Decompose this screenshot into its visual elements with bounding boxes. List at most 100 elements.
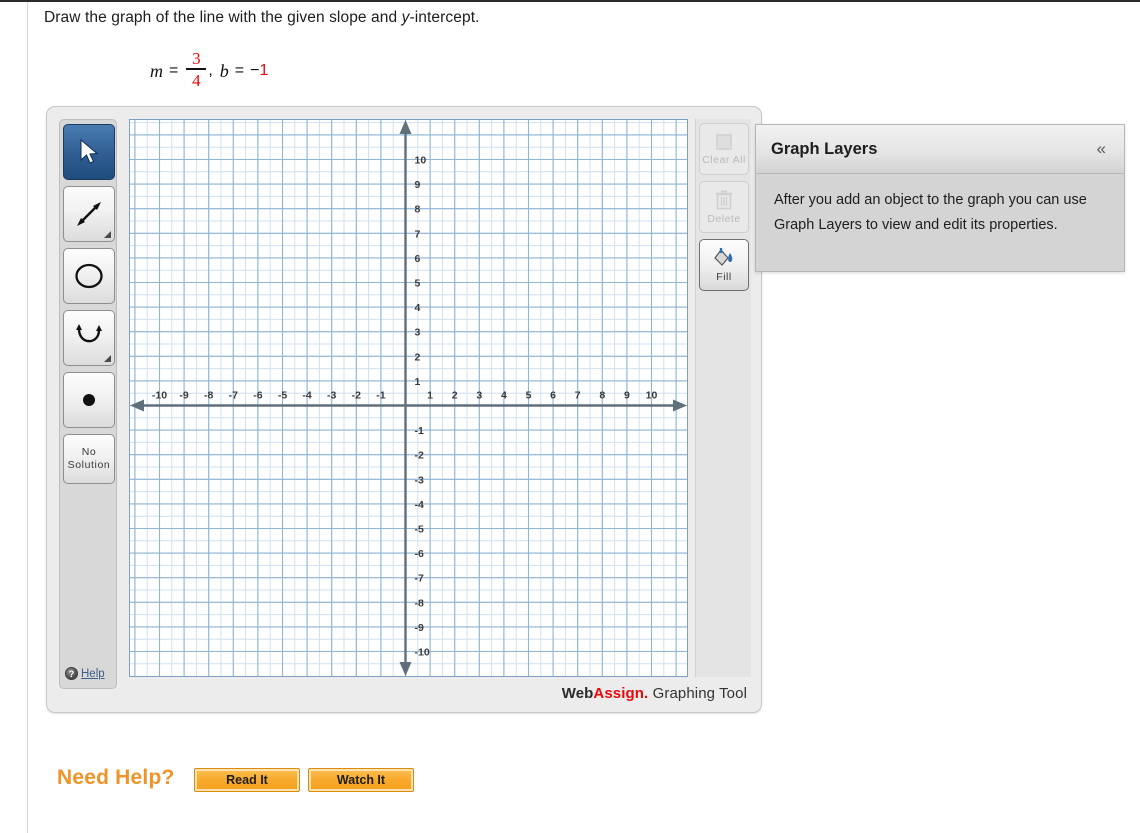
question-mark-icon: ? [65,667,78,680]
graph-canvas[interactable]: -10 -9 -8 -7 -6 -5 -4 -3 -2 -1 1 2 3 4 5 6 7 8 9 10 10 9 8 7 6 5 4… [129,119,688,677]
svg-text:2: 2 [415,351,421,363]
brand-tool: Graphing Tool [652,685,747,702]
svg-text:3: 3 [476,390,482,402]
circle-icon [75,263,103,289]
clear-all-button[interactable]: Clear All [699,123,749,175]
circle-tool[interactable] [63,248,115,304]
svg-text:10: 10 [415,155,427,167]
graph-layers-header: Graph Layers « [756,125,1124,174]
svg-text:-6: -6 [253,390,262,402]
svg-text:5: 5 [526,390,532,402]
clear-all-label: Clear All [702,154,746,166]
select-tool[interactable] [63,124,115,180]
svg-text:-9: -9 [179,390,188,402]
equation-display: m = 3 4 , b = −1 [150,49,269,90]
dot-icon [83,394,95,406]
delete-button[interactable]: Delete [699,181,749,233]
no-solution-label-line1: No [81,446,97,458]
graph-layers-panel: Graph Layers « After you add an object t… [755,124,1125,272]
brand-web: Web [561,685,594,702]
question-text-before: Draw the graph of the line with the give… [44,9,402,26]
brand-assign: Assign. [593,685,649,702]
svg-text:-8: -8 [204,390,213,402]
help-link[interactable]: ? Help [65,667,115,680]
coordinate-grid: -10 -9 -8 -7 -6 -5 -4 -3 -2 -1 1 2 3 4 5 6 7 8 9 10 10 9 8 7 6 5 4… [130,120,687,676]
svg-text:8: 8 [599,390,605,402]
svg-text:1: 1 [427,390,433,402]
svg-text:-4: -4 [302,390,311,402]
paint-bucket-icon [714,248,733,266]
top-border [0,0,1140,2]
svg-text:6: 6 [550,390,556,402]
graph-layers-body: After you add an object to the graph you… [774,192,1087,233]
trash-icon [716,190,732,210]
action-toolbar: Clear All Delete Fill [695,119,751,677]
svg-text:1: 1 [415,376,421,388]
need-help-label: Need Help? [57,766,175,789]
svg-text:-10: -10 [152,390,167,402]
line-tool[interactable] [63,186,115,242]
minus-sign: − [250,62,260,79]
equation-comma: , [208,62,213,79]
curve-icon [76,324,102,343]
svg-text:2: 2 [452,390,458,402]
svg-text:10: 10 [646,390,658,402]
svg-text:-10: -10 [415,647,430,659]
collapse-icon[interactable]: « [1097,139,1106,159]
double-arrow-line-icon [77,202,101,226]
svg-text:-9: -9 [415,622,424,634]
svg-text:-7: -7 [229,390,238,402]
svg-text:-3: -3 [415,474,424,486]
clear-all-icon [716,134,732,150]
read-it-button[interactable]: Read It [194,768,300,792]
svg-text:-6: -6 [415,548,424,560]
svg-text:-2: -2 [415,450,424,462]
svg-text:5: 5 [415,278,421,290]
watch-it-button[interactable]: Watch It [308,768,414,792]
slope-symbol: m [150,60,163,81]
question-text-after: -intercept. [409,9,480,26]
line-tool-submenu-arrow[interactable] [104,231,111,238]
svg-text:9: 9 [624,390,630,402]
svg-text:4: 4 [501,390,507,402]
parabola-tool[interactable] [63,310,115,366]
fill-button[interactable]: Fill [699,239,749,291]
drawing-toolbar: No Solution ? Help [59,119,117,689]
svg-text:-4: -4 [415,499,424,511]
graphing-tool-panel: No Solution ? Help -10 -9 -8 -7 -6 -5 -4 -3 -2 -1… [46,106,762,713]
svg-text:-1: -1 [415,425,424,437]
slope-fraction: 3 4 [186,49,207,90]
webassign-branding: WebAssign. Graphing Tool [562,685,747,702]
svg-text:4: 4 [415,302,421,314]
help-label: Help [81,667,105,680]
graph-layers-title: Graph Layers [771,139,878,158]
fraction-bar [186,68,207,70]
svg-text:9: 9 [415,179,421,191]
equals-sign-1: = [169,62,179,79]
intercept-symbol: b [219,60,229,81]
point-tool[interactable] [63,372,115,428]
left-rule [27,2,28,833]
svg-text:6: 6 [415,253,421,265]
cursor-arrow-icon [80,139,99,164]
svg-text:-3: -3 [327,390,336,402]
intercept-value: 1 [259,62,269,79]
svg-text:8: 8 [415,204,421,216]
svg-text:-8: -8 [415,597,424,609]
svg-text:-1: -1 [376,390,385,402]
fraction-denominator: 4 [192,71,201,90]
no-solution-button[interactable]: No Solution [63,434,115,484]
fill-label: Fill [716,271,732,283]
svg-text:-7: -7 [415,573,424,585]
equals-sign-2: = [234,62,245,79]
question-prompt: Draw the graph of the line with the give… [44,9,480,27]
svg-text:3: 3 [415,327,421,339]
svg-text:-5: -5 [278,390,287,402]
no-solution-label-line2: Solution [67,459,111,471]
delete-label: Delete [707,213,741,225]
svg-text:7: 7 [415,228,421,240]
svg-text:-2: -2 [352,390,361,402]
parabola-tool-submenu-arrow[interactable] [104,355,111,362]
fraction-numerator: 3 [192,49,201,68]
svg-text:7: 7 [575,390,581,402]
